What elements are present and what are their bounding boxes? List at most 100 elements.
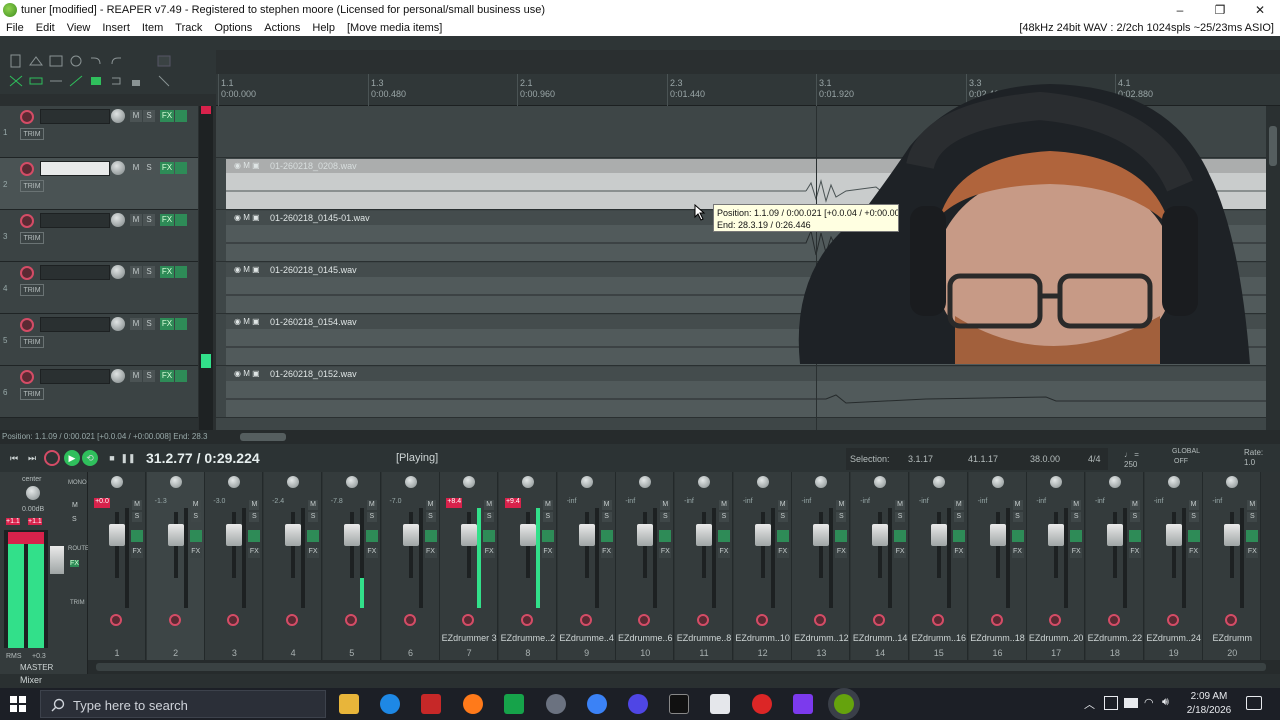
mixer-strip[interactable]: -inf M S FX EZdrumm..16 15 (909, 472, 968, 660)
fx-slot-icon[interactable] (483, 530, 496, 542)
fx-button[interactable]: FX (600, 548, 613, 558)
terminal-icon[interactable] (669, 694, 689, 714)
master-strip[interactable]: center 0.00dB +1.1 +1.1 MONO M S ROUTE F… (0, 472, 89, 674)
stop-button[interactable]: ■ (104, 450, 120, 466)
trim-button[interactable]: TRIM (20, 128, 44, 140)
fx-bypass-icon[interactable] (175, 110, 187, 122)
pan-knob[interactable] (815, 476, 828, 488)
master-fx-button[interactable]: FX (70, 560, 79, 567)
mixer-strip[interactable]: -3.0 M S FX 3 (205, 472, 264, 660)
solo-button[interactable]: S (249, 512, 260, 522)
fx-button[interactable]: FX (189, 548, 202, 558)
solo-button[interactable]: S (953, 512, 964, 522)
track-name-field[interactable] (40, 369, 110, 384)
solo-button[interactable]: S (425, 512, 436, 522)
mute-button[interactable]: M (130, 318, 142, 330)
fx-slot-icon[interactable] (659, 530, 672, 542)
menu-actions[interactable]: Actions (258, 22, 306, 34)
trim-button[interactable]: TRIM (20, 388, 44, 400)
menu-edit[interactable]: Edit (30, 22, 61, 34)
fx-bypass-icon[interactable] (175, 214, 187, 226)
mixer-strip[interactable]: -inf M S FX EZdrumme..8 11 (675, 472, 733, 660)
edge-browser-icon[interactable] (380, 694, 400, 714)
metronome-icon[interactable] (156, 54, 172, 68)
fx-slot-icon[interactable] (248, 530, 261, 542)
fx-button[interactable]: FX (160, 162, 174, 174)
track-header[interactable]: 2 M S FX TRIM (0, 158, 198, 210)
pan-knob[interactable] (639, 476, 652, 488)
track-header[interactable]: 5 M S FX TRIM (0, 314, 198, 366)
fx-button[interactable]: FX (659, 548, 672, 558)
mute-button[interactable]: M (777, 500, 788, 510)
mute-button[interactable]: M (130, 110, 142, 122)
mute-button[interactable]: M (249, 500, 260, 510)
fx-slot-icon[interactable] (718, 530, 730, 542)
fx-slot-icon[interactable] (1011, 530, 1024, 542)
record-arm-button[interactable] (814, 614, 827, 626)
global-automation-state[interactable]: OFF (1174, 458, 1188, 465)
track-volume-knob[interactable] (111, 109, 125, 123)
mute-button[interactable]: M (308, 500, 319, 510)
fx-button[interactable]: FX (835, 548, 848, 558)
mixer-strip[interactable]: -inf M S FX EZdrumm..14 14 (851, 472, 910, 660)
volume-fader[interactable] (696, 524, 712, 546)
fx-slot-icon[interactable] (776, 530, 789, 542)
selection-display[interactable]: Selection: 3.1.17 41.1.17 38.0.00 4/4 (846, 448, 1108, 470)
fx-button[interactable]: FX (160, 214, 174, 226)
close-button[interactable]: ✕ (1240, 0, 1280, 20)
solo-button[interactable]: S (1012, 512, 1023, 522)
fx-bypass-icon[interactable] (175, 266, 187, 278)
mixer-strip[interactable]: -inf M S FX EZdrumme..4 9 (557, 472, 616, 660)
fx-button[interactable]: FX (160, 110, 174, 122)
undo-icon[interactable] (88, 54, 104, 68)
volume-fader[interactable] (109, 524, 125, 546)
mixer-tab[interactable]: Mixer (20, 675, 42, 685)
pan-knob[interactable] (287, 476, 300, 488)
project-settings-icon[interactable] (68, 54, 84, 68)
mute-button[interactable]: M (1012, 500, 1023, 510)
mute-button[interactable]: M (1071, 500, 1082, 510)
selection-start[interactable]: 3.1.17 (908, 454, 933, 464)
fx-slot-icon[interactable] (1128, 530, 1141, 542)
fx-button[interactable]: FX (160, 370, 174, 382)
pan-knob[interactable] (404, 476, 417, 488)
record-arm-button[interactable] (1166, 614, 1179, 626)
mute-button[interactable]: M (953, 500, 964, 510)
mixer-horizontal-scrollbar[interactable] (88, 660, 1280, 674)
firefox-icon[interactable] (463, 694, 483, 714)
record-arm-button[interactable] (20, 110, 34, 124)
pan-knob[interactable] (1050, 476, 1063, 488)
solo-button[interactable]: S (542, 512, 553, 522)
fx-button[interactable]: FX (160, 266, 174, 278)
pan-knob[interactable] (521, 476, 534, 488)
solo-button[interactable]: S (1188, 512, 1199, 522)
record-arm-button[interactable] (20, 214, 34, 228)
solo-button[interactable]: S (1071, 512, 1082, 522)
record-arm-button[interactable] (286, 614, 299, 626)
fx-button[interactable]: FX (952, 548, 965, 558)
track-volume-knob[interactable] (111, 369, 125, 383)
save-project-icon[interactable] (48, 54, 64, 68)
menu-view[interactable]: View (61, 22, 97, 34)
pan-knob[interactable] (1108, 476, 1121, 488)
track-header[interactable]: 3 M S FX TRIM (0, 210, 198, 262)
record-arm-button[interactable] (20, 266, 34, 280)
ripple-edit-icon[interactable] (48, 74, 64, 88)
global-automation-label[interactable]: GLOBAL (1172, 448, 1200, 455)
menu-help[interactable]: Help (306, 22, 341, 34)
record-arm-button[interactable] (20, 318, 34, 332)
audio-device-status[interactable]: [48kHz 24bit WAV : 2/2ch 1024spls ~25/23… (1019, 22, 1274, 34)
track-header[interactable]: 4 M S FX TRIM (0, 262, 198, 314)
fx-button[interactable]: FX (483, 548, 496, 558)
record-arm-button[interactable] (579, 614, 592, 626)
go-to-end-icon[interactable]: ⏭ (24, 450, 40, 466)
master-volume-readout[interactable]: 0.00dB (22, 506, 44, 513)
track-header[interactable]: 6 M S FX TRIM (0, 366, 198, 418)
windows-start-icon[interactable] (10, 696, 26, 712)
solo-button[interactable]: S (601, 512, 612, 522)
mute-button[interactable]: M (484, 500, 495, 510)
mute-button[interactable]: M (130, 214, 142, 226)
volume-fader[interactable] (285, 524, 302, 546)
record-arm-button[interactable] (20, 370, 34, 384)
trim-button[interactable]: TRIM (20, 180, 44, 192)
